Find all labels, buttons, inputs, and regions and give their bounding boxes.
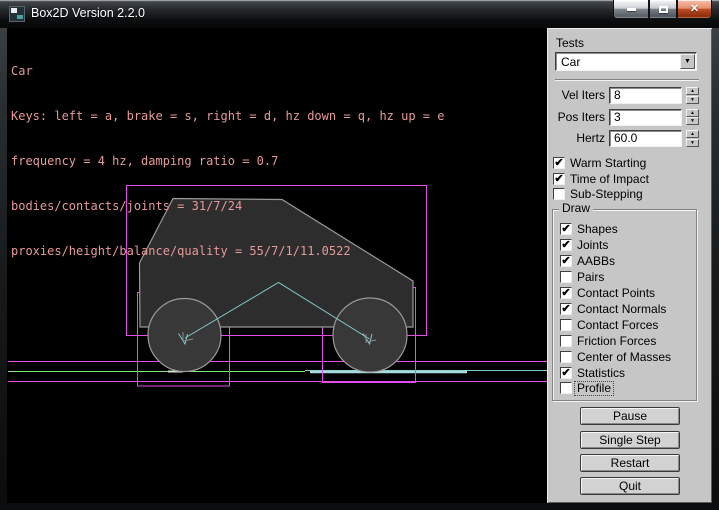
checkbox-label: Center of Masses <box>577 351 671 364</box>
checkbox-label: Contact Forces <box>577 319 658 332</box>
pause-button[interactable]: Pause <box>580 407 680 425</box>
box2d-testbed-window: Box2D Version 2.2.0 ✕ <box>0 0 719 510</box>
hertz-label: Hertz <box>547 130 605 147</box>
pos-iters-label: Pos Iters <box>547 109 605 126</box>
stats-line: Car <box>11 64 444 79</box>
hertz-field[interactable]: 60.0 <box>609 130 682 147</box>
checkbox-label: Friction Forces <box>577 335 656 348</box>
checkbox-mark[interactable]: ✔ <box>560 303 572 315</box>
minimize-button[interactable] <box>613 0 649 19</box>
checkbox-mark[interactable] <box>553 188 565 200</box>
checkbox-mark[interactable] <box>560 319 572 331</box>
stats-line: frequency = 4 hz, damping ratio = 0.7 <box>11 154 444 169</box>
dropdown-arrow-icon[interactable]: ▼ <box>680 54 695 69</box>
spinner-up-icon[interactable]: ▲ <box>686 109 699 117</box>
checkbox-mark[interactable] <box>560 271 572 283</box>
statistics-text: Car Keys: left = a, brake = s, right = d… <box>11 34 444 289</box>
spinner-down-icon[interactable]: ▼ <box>686 117 699 125</box>
window-title: Box2D Version 2.2.0 <box>31 0 145 26</box>
titlebar[interactable]: Box2D Version 2.2.0 ✕ <box>0 0 719 28</box>
maximize-button[interactable] <box>649 0 677 19</box>
vel-iters-label: Vel Iters <box>547 87 605 104</box>
close-icon: ✕ <box>690 4 699 15</box>
checkbox-label: Contact Points <box>577 287 655 300</box>
tests-dropdown[interactable]: Car ▼ <box>555 52 697 71</box>
spinner-down-icon[interactable]: ▼ <box>686 139 699 147</box>
checkbox-label: Pairs <box>577 271 604 284</box>
control-panel: Tests Car ▼ Vel Iters 8 ▲ ▼ Pos Iters 3 … <box>547 28 712 503</box>
tests-label: Tests <box>556 37 584 50</box>
left-wheel <box>148 299 221 372</box>
pos-iters-spinner: ▲ ▼ <box>686 109 699 126</box>
minimize-icon <box>627 8 636 11</box>
spinner-down-icon[interactable]: ▼ <box>686 96 699 104</box>
restart-button[interactable]: Restart <box>580 454 680 472</box>
checkbox-label: Contact Normals <box>577 303 666 316</box>
checkbox-mark[interactable] <box>560 335 572 347</box>
checkbox-label: AABBs <box>577 255 615 268</box>
checkbox-mark[interactable] <box>560 351 572 363</box>
checkbox-label: Sub-Stepping <box>570 188 643 201</box>
checkbox-mark[interactable]: ✔ <box>560 255 572 267</box>
maximize-icon <box>659 6 668 13</box>
stats-line: Keys: left = a, brake = s, right = d, hz… <box>11 109 444 124</box>
checkbox-mark[interactable]: ✔ <box>553 157 565 169</box>
checkbox-label: Statistics <box>577 367 625 380</box>
hertz-spinner: ▲ ▼ <box>686 130 699 147</box>
pos-iters-field[interactable]: 3 <box>609 109 682 126</box>
checkbox-label: Time of Impact <box>570 173 649 186</box>
checkbox-mark[interactable]: ✔ <box>560 367 572 379</box>
stats-line: bodies/contacts/joints = 31/7/24 <box>11 199 444 214</box>
checkbox-mark[interactable]: ✔ <box>560 223 572 235</box>
checkbox-label: Shapes <box>577 223 618 236</box>
checkbox-mark[interactable]: ✔ <box>560 239 572 251</box>
draw-group-label: Draw <box>559 202 593 215</box>
app-icon <box>9 6 25 22</box>
quit-button[interactable]: Quit <box>580 477 680 495</box>
close-button[interactable]: ✕ <box>677 0 712 19</box>
checkbox-label: Joints <box>577 239 608 252</box>
checkbox-mark[interactable] <box>560 382 572 394</box>
tests-dropdown-value: Car <box>561 55 580 69</box>
right-wheel <box>333 298 407 372</box>
vel-iters-spinner: ▲ ▼ <box>686 87 699 104</box>
spinner-up-icon[interactable]: ▲ <box>686 130 699 138</box>
checkbox-mark[interactable]: ✔ <box>553 173 565 185</box>
single-step-button[interactable]: Single Step <box>580 431 680 449</box>
checkbox-label: Profile <box>575 382 613 395</box>
checkbox-label: Warm Starting <box>570 157 646 170</box>
vel-iters-field[interactable]: 8 <box>609 87 682 104</box>
checkbox-mark[interactable]: ✔ <box>560 287 572 299</box>
separator <box>555 79 699 81</box>
stats-line: proxies/height/balance/quality = 55/7/1/… <box>11 244 444 259</box>
window-controls: ✕ <box>613 0 712 19</box>
simulation-canvas[interactable]: Car Keys: left = a, brake = s, right = d… <box>7 28 547 503</box>
spinner-up-icon[interactable]: ▲ <box>686 87 699 95</box>
